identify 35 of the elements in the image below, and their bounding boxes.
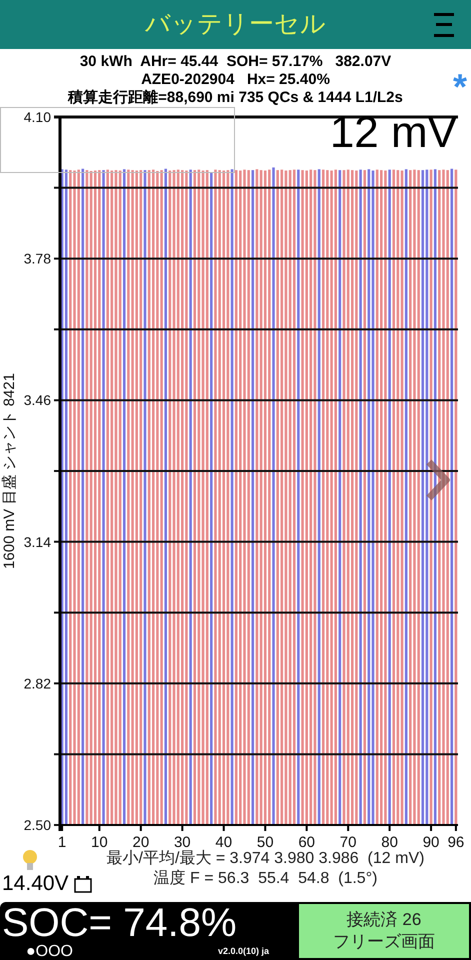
info-line: 積算走行距離=88,690 mi 735 QCs & 1444 L1/L2s (68, 89, 403, 108)
y-tick-label: 2.82 (24, 675, 51, 692)
battery-voltage: 14.40V (2, 873, 69, 894)
x-tick-label: 70 (340, 834, 356, 850)
status-button[interactable]: 接続済 26 フリーズ画面 (297, 902, 471, 960)
x-tick-label: 10 (91, 834, 108, 850)
y-tick-label: 2.50 (24, 817, 51, 834)
menu-icon[interactable] (433, 12, 455, 38)
x-tick-label: 30 (174, 834, 191, 850)
connection-dots: ●OOO (26, 944, 73, 960)
y-tick-label: 3.14 (24, 534, 51, 550)
x-tick-label: 90 (422, 834, 440, 850)
y-axis-label: 1600 mV 目盛 シャント 8421 (1, 373, 18, 569)
version-label: v2.0.0(10) ja (218, 944, 269, 958)
x-tick-label: 1 (58, 834, 66, 850)
chevron-right-icon (426, 459, 450, 502)
x-tick-label: 96 (448, 834, 464, 850)
page-title: バッテリーセル (145, 8, 326, 40)
stats-line: 温度 F = 56.3 55.4 54.8 (1.5°) (154, 869, 378, 890)
info-line: AZE0-202904 Hx= 25.40% (141, 71, 330, 90)
stats-line: 最小/平均/最大 = 3.974 3.980 3.986 (12 mV) (106, 849, 424, 870)
cell-spread-value: 12 mV (330, 111, 457, 156)
x-tick-label: 40 (215, 834, 232, 850)
y-tick-label: 3.78 (24, 250, 51, 267)
x-tick-label: 60 (298, 834, 316, 850)
info-line: 30 kWh AHr= 45.44 SOH= 57.17% 382.07V (80, 53, 392, 72)
y-tick-label: 4.10 (24, 109, 51, 126)
x-tick-label: 20 (132, 834, 150, 850)
battery-icon (72, 874, 93, 894)
x-tick-label: 80 (381, 834, 398, 850)
x-tick-label: 50 (256, 834, 274, 850)
status-line: 接続済 26 (346, 909, 422, 931)
soc-reading: SOC= 74.8% (1, 902, 238, 944)
y-tick-label: 3.46 (24, 392, 51, 408)
status-line: フリーズ画面 (333, 931, 435, 953)
